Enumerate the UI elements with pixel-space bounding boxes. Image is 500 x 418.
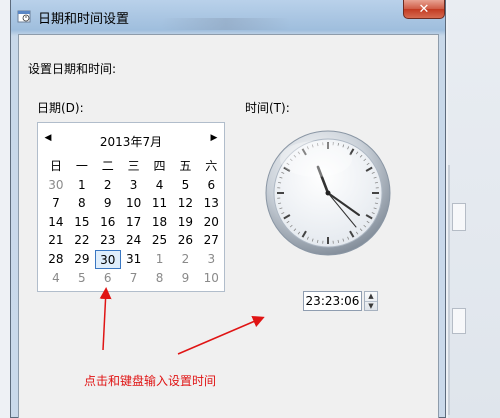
calendar-day[interactable]: 24 — [121, 231, 147, 250]
calendar-day[interactable]: 11 — [147, 194, 173, 213]
calendar-day[interactable]: 10 — [121, 194, 147, 213]
calendar-week-row: 30 1 2 3 4 5 6 — [43, 176, 225, 195]
calendar-day[interactable]: 3 — [121, 176, 147, 195]
analog-clock — [265, 130, 391, 256]
background-button — [452, 308, 466, 334]
spin-down-icon[interactable]: ▼ — [365, 302, 377, 311]
calendar-day-other-month[interactable]: 7 — [121, 269, 147, 288]
time-label: 时间(T): — [245, 101, 290, 115]
weekday-label: 一 — [75, 159, 88, 173]
weekday-label: 六 — [205, 159, 218, 173]
weekday-label: 四 — [153, 159, 166, 173]
calendar-clock-icon — [17, 10, 31, 23]
dialog-body: 设置日期和时间: 日期(D): 时间(T): ◀ 2013年7月 ▶ 日一二三四… — [18, 34, 439, 418]
calendar-day[interactable]: 13 — [198, 194, 224, 213]
calendar-day-other-month[interactable]: 5 — [69, 269, 95, 288]
prompt-label: 设置日期和时间: — [28, 62, 117, 76]
calendar-day[interactable]: 23 — [95, 231, 121, 250]
calendar-day-other-month[interactable]: 10 — [198, 269, 224, 288]
weekday-label: 三 — [127, 159, 140, 173]
calendar-day[interactable]: 31 — [121, 250, 147, 269]
close-icon: ✕ — [418, 1, 430, 17]
calendar-day[interactable]: 8 — [69, 194, 95, 213]
calendar-day[interactable]: 12 — [172, 194, 198, 213]
calendar-week-row: 4 5 6 7 8 9 10 — [43, 269, 225, 288]
date-label: 日期(D): — [37, 101, 84, 115]
calendar[interactable]: ◀ 2013年7月 ▶ 日一二三四五六 30 1 2 3 4 5 6 7 8 9 10 11 12 13 14… — [37, 122, 225, 292]
close-button[interactable]: ✕ — [403, 0, 445, 19]
calendar-day-selected[interactable]: 30 — [94, 249, 121, 269]
time-input[interactable]: 23:23:06 — [303, 291, 362, 311]
title-bar[interactable]: 日期和时间设置 ✕ — [11, 0, 445, 34]
background-divider — [448, 165, 450, 415]
calendar-day[interactable]: 26 — [172, 231, 198, 250]
calendar-day[interactable]: 2 — [95, 176, 121, 195]
blurred-background — [161, 18, 291, 30]
calendar-day[interactable]: 25 — [147, 231, 173, 250]
calendar-week-row: 21 22 23 24 25 26 27 — [43, 231, 225, 250]
calendar-day-other-month[interactable]: 8 — [147, 269, 173, 288]
calendar-day-other-month[interactable]: 1 — [147, 250, 173, 269]
calendar-week-row: 28 29 30 31 1 2 3 — [43, 249, 225, 269]
calendar-day[interactable]: 9 — [95, 194, 121, 213]
calendar-week-row: 7 8 9 10 11 12 13 — [43, 194, 225, 213]
calendar-day[interactable]: 16 — [95, 213, 121, 232]
calendar-day[interactable]: 19 — [172, 213, 198, 232]
month-title[interactable]: 2013年7月 — [38, 133, 224, 150]
calendar-day[interactable]: 21 — [43, 231, 69, 250]
calendar-day[interactable]: 14 — [43, 213, 69, 232]
spin-up-icon[interactable]: ▲ — [365, 292, 377, 302]
calendar-day-other-month[interactable]: 3 — [198, 250, 224, 269]
weekday-header: 日一二三四五六 — [43, 157, 225, 176]
calendar-day[interactable]: 18 — [147, 213, 173, 232]
calendar-day[interactable]: 22 — [69, 231, 95, 250]
calendar-day-other-month[interactable]: 2 — [172, 250, 198, 269]
calendar-day-other-month[interactable]: 4 — [43, 269, 69, 288]
calendar-day-other-month[interactable]: 6 — [95, 269, 121, 288]
weekday-label: 五 — [179, 159, 192, 173]
calendar-week-row: 14 15 16 17 18 19 20 — [43, 213, 225, 232]
calendar-day[interactable]: 28 — [43, 250, 69, 269]
calendar-day-other-month[interactable]: 30 — [43, 176, 69, 195]
annotation-text: 点击和键盘输入设置时间 — [84, 374, 217, 388]
calendar-day[interactable]: 4 — [147, 176, 173, 195]
time-spinner[interactable]: ▲ ▼ — [364, 291, 378, 311]
calendar-day-other-month[interactable]: 9 — [172, 269, 198, 288]
calendar-day[interactable]: 27 — [198, 231, 224, 250]
calendar-day[interactable]: 20 — [198, 213, 224, 232]
next-month-button[interactable]: ▶ — [208, 133, 220, 143]
calendar-day[interactable]: 15 — [69, 213, 95, 232]
weekday-label: 二 — [101, 159, 114, 173]
background-button — [452, 203, 466, 231]
date-time-settings-window: 日期和时间设置 ✕ 设置日期和时间: 日期(D): 时间(T): ◀ 2013年… — [10, 0, 446, 418]
calendar-day[interactable]: 29 — [69, 250, 95, 269]
weekday-label: 日 — [49, 159, 62, 173]
calendar-day[interactable]: 5 — [172, 176, 198, 195]
window-title: 日期和时间设置 — [38, 12, 130, 27]
calendar-day[interactable]: 7 — [43, 194, 69, 213]
calendar-day[interactable]: 17 — [121, 213, 147, 232]
calendar-day[interactable]: 1 — [69, 176, 95, 195]
calendar-day[interactable]: 6 — [198, 176, 224, 195]
calendar-grid: 日一二三四五六 30 1 2 3 4 5 6 7 8 9 10 11 12 13 14 15 16 17 18 19 20… — [43, 157, 225, 287]
